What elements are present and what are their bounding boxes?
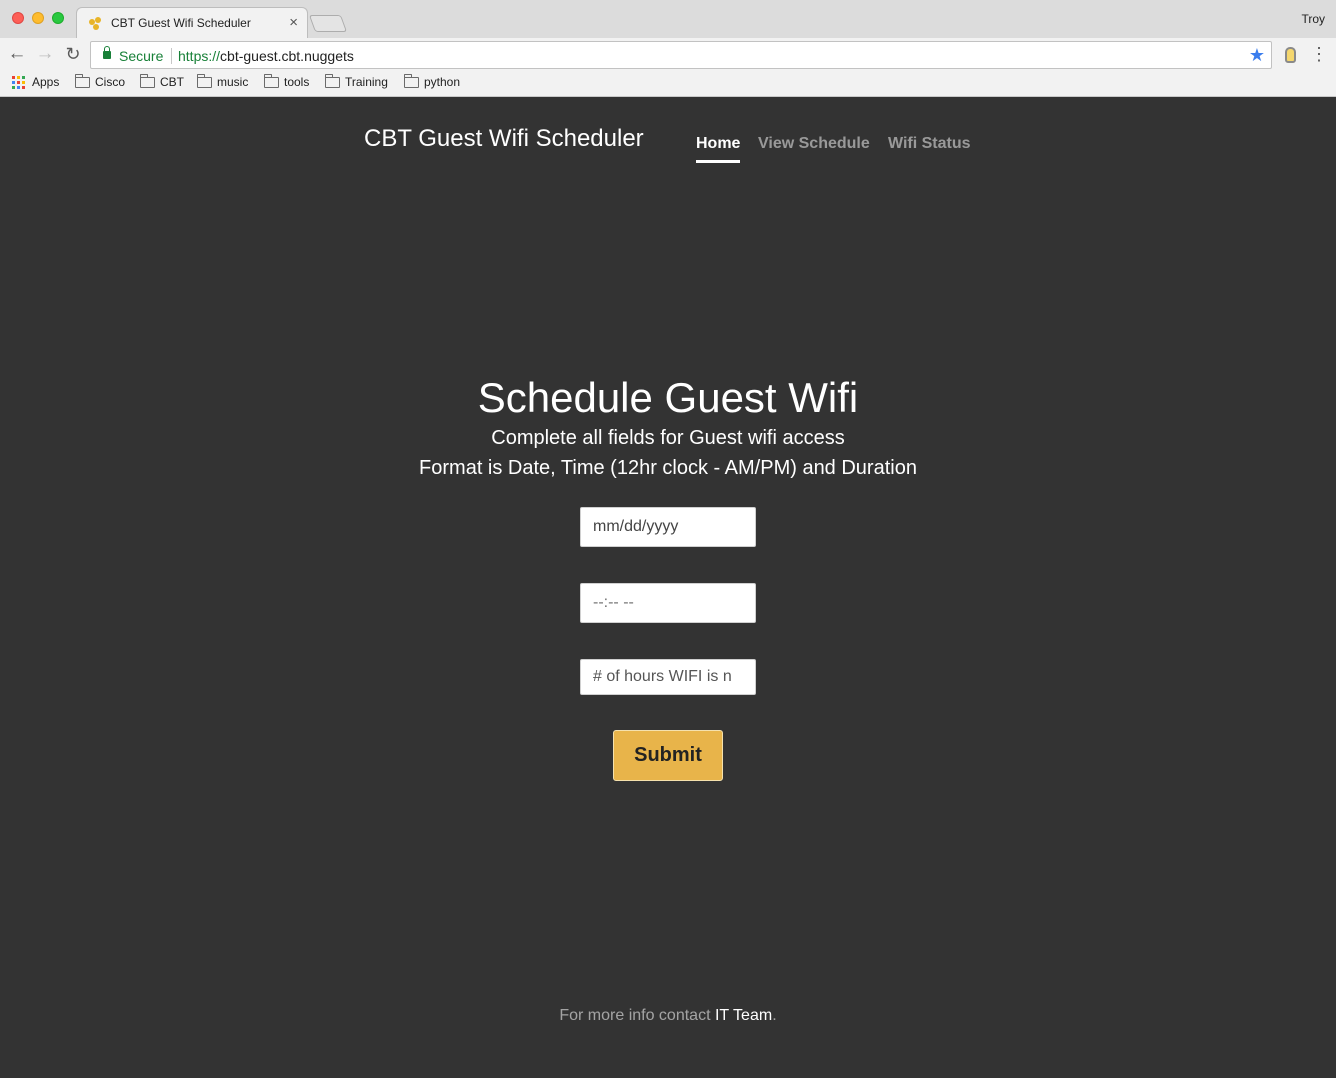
url-text[interactable]: https://cbt-guest.cbt.nuggets — [178, 48, 354, 64]
folder-icon — [197, 73, 212, 88]
bookmarks-bar: Apps Cisco CBT music tools Training pyth… — [0, 71, 1336, 96]
lock-icon — [103, 46, 111, 59]
bookmark-label: tools — [284, 75, 310, 89]
tab-title: CBT Guest Wifi Scheduler — [111, 16, 251, 30]
bookmark-python[interactable]: python — [404, 73, 461, 89]
bookmark-label: CBT — [160, 75, 184, 89]
forward-arrow-icon[interactable]: → — [34, 42, 56, 66]
footer-period: . — [772, 1007, 777, 1024]
reload-icon[interactable]: ↻ — [62, 42, 84, 66]
bookmark-label: Cisco — [95, 75, 126, 89]
secure-label: Secure — [119, 48, 164, 64]
it-team-link[interactable]: IT Team — [715, 1007, 772, 1024]
submit-button[interactable]: Submit — [613, 730, 723, 781]
bookmark-star-icon[interactable]: ★ — [1249, 45, 1265, 65]
bookmark-label: Apps — [32, 75, 60, 89]
time-input[interactable]: --:-- -- — [580, 583, 756, 623]
browser-tab[interactable]: CBT Guest Wifi Scheduler × — [76, 7, 308, 38]
folder-icon — [264, 73, 279, 88]
page-title: Schedule Guest Wifi — [477, 374, 859, 421]
date-input[interactable]: mm/dd/yyyy — [580, 507, 756, 547]
bookmark-label: python — [424, 75, 461, 89]
folder-icon — [404, 73, 419, 88]
nav-view-schedule[interactable]: View Schedule — [758, 135, 870, 153]
tab-strip: CBT Guest Wifi Scheduler × Troy — [0, 0, 1336, 38]
page-content: CBT Guest Wifi Scheduler Home View Sched… — [0, 97, 1336, 1078]
url-scheme: https:// — [178, 48, 221, 64]
site-brand[interactable]: CBT Guest Wifi Scheduler — [364, 125, 644, 153]
new-tab-button[interactable] — [308, 15, 348, 32]
apps-grid-icon — [12, 75, 26, 89]
bookmark-cisco[interactable]: Cisco — [75, 73, 126, 89]
browser-toolbar: ← → ↻ Secure https://cbt-guest.cbt.nugge… — [0, 38, 1336, 71]
close-window-button[interactable] — [12, 12, 24, 24]
address-bar[interactable]: Secure https://cbt-guest.cbt.nuggets ★ — [90, 41, 1272, 69]
url-host: cbt-guest.cbt.nuggets — [220, 48, 354, 64]
favicon-icon — [89, 17, 103, 31]
footer: For more info contact IT Team. — [0, 1007, 1336, 1025]
footer-text: For more info contact — [559, 1007, 715, 1024]
extension-icon[interactable] — [1285, 47, 1296, 63]
bookmark-label: Training — [345, 75, 388, 89]
nav-home[interactable]: Home — [696, 135, 741, 163]
maximize-window-button[interactable] — [52, 12, 64, 24]
browser-menu-icon[interactable]: ⋮ — [1310, 43, 1328, 65]
back-arrow-icon[interactable]: ← — [6, 42, 28, 66]
bookmark-apps[interactable]: Apps — [12, 75, 59, 89]
folder-icon — [140, 73, 155, 88]
minimize-window-button[interactable] — [32, 12, 44, 24]
tab-close-icon[interactable]: × — [289, 14, 298, 31]
folder-icon — [75, 73, 90, 88]
bookmark-training[interactable]: Training — [325, 73, 388, 89]
bookmark-music[interactable]: music — [197, 73, 249, 89]
lead-line-2: Format is Date, Time (12hr clock - AM/PM… — [419, 457, 917, 479]
bookmark-cbt[interactable]: CBT — [140, 73, 184, 89]
omnibox-divider — [171, 48, 172, 64]
bookmark-tools[interactable]: tools — [264, 73, 310, 89]
cover-section: Schedule Guest Wifi Complete all fields … — [0, 373, 1336, 483]
nav-wifi-status[interactable]: Wifi Status — [888, 135, 971, 153]
duration-hours-input[interactable]: # of hours WIFI is n — [580, 659, 756, 695]
folder-icon — [325, 73, 340, 88]
bookmark-label: music — [217, 75, 249, 89]
lead-line-1: Complete all fields for Guest wifi acces… — [491, 427, 845, 449]
profile-name[interactable]: Troy — [1301, 12, 1325, 26]
browser-chrome: CBT Guest Wifi Scheduler × Troy ← → ↻ Se… — [0, 0, 1336, 97]
